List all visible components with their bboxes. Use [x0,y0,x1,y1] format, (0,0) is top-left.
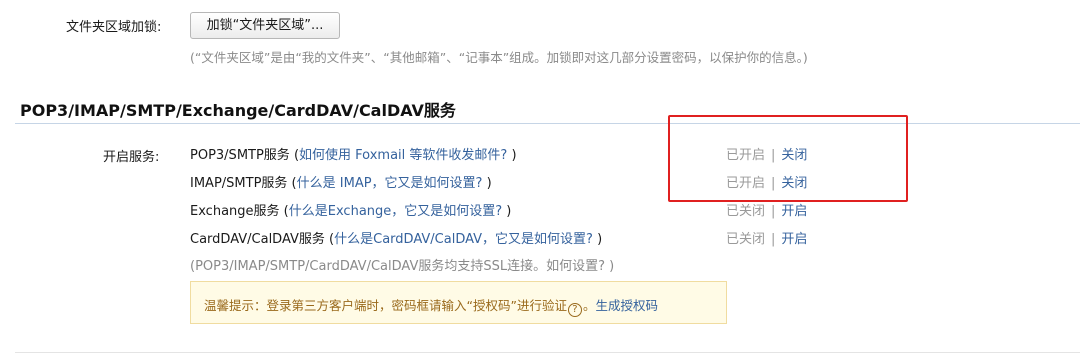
service-state: 已关闭 [726,232,766,247]
section-title: POP3/IMAP/SMTP/Exchange/CardDAV/CalDAV服务 [20,101,456,120]
ssl-note-text: (POP3/IMAP/SMTP/CardDAV/CalDAV服务均支持SSL连接… [190,259,547,274]
exchange-enable-link[interactable]: 开启 [781,204,807,219]
ssl-note: (POP3/IMAP/SMTP/CardDAV/CalDAV服务均支持SSL连接… [190,255,614,274]
paren-open: ( [287,176,297,191]
exchange-help-link[interactable]: 什么是Exchange，它又是如何设置? [289,204,502,219]
bottom-divider [15,352,1080,353]
tip-separator: 。 [582,298,596,313]
section-divider [15,123,1080,124]
service-name: Exchange服务 [190,204,280,219]
services-label: 开启服务: [103,150,160,165]
service-name: IMAP/SMTP服务 [190,176,288,191]
question-icon[interactable]: ? [567,303,582,317]
service-name: POP3/SMTP服务 [190,148,290,163]
paren-close: ) [482,176,492,191]
service-carddav-caldav: CardDAV/CalDAV服务 (什么是CardDAV/CalDAV，它又是如… [190,228,602,247]
paren-open: ( [289,148,300,163]
folder-lock-label: 文件夹区域加锁: [66,20,162,35]
ssl-note-close: ) [605,259,615,274]
ssl-help-link[interactable]: 如何设置? [546,259,605,274]
paren-close: ) [592,232,603,247]
service-name: CardDAV/CalDAV服务 [190,232,325,247]
imap-help-link[interactable]: 什么是 IMAP，它又是如何设置? [297,176,483,191]
carddav-status: 已关闭 | 开启 [726,228,807,247]
tip-content: 温馨提示：登录第三方客户端时，密码框请输入“授权码”进行验证? 。生成授权码 [204,295,658,317]
exchange-status: 已关闭 | 开启 [726,200,807,219]
highlight-box [668,115,908,202]
service-pop3-smtp: POP3/SMTP服务 (如何使用 Foxmail 等软件收发邮件? ) [190,144,517,163]
paren-close: ) [502,204,512,219]
service-exchange: Exchange服务 (什么是Exchange，它又是如何设置? ) [190,200,511,219]
service-imap-smtp: IMAP/SMTP服务 (什么是 IMAP，它又是如何设置? ) [190,172,492,191]
pop3-help-link[interactable]: 如何使用 Foxmail 等软件收发邮件? [299,148,507,163]
carddav-enable-link[interactable]: 开启 [781,232,807,247]
service-state: 已关闭 [726,204,766,219]
paren-open: ( [324,232,335,247]
lock-folder-area-button[interactable]: 加锁“文件夹区域”... [190,12,340,39]
status-separator: | [771,204,776,219]
folder-lock-note: (“文件夹区域”是由“我的文件夹”、“其他邮箱”、“记事本”组成。加锁即对这几部… [190,50,808,65]
tip-text: 温馨提示：登录第三方客户端时，密码框请输入“授权码”进行验证 [204,298,567,313]
generate-auth-code-link[interactable]: 生成授权码 [595,298,658,313]
paren-open: ( [279,204,289,219]
status-separator: | [771,232,776,247]
carddav-help-link[interactable]: 什么是CardDAV/CalDAV，它又是如何设置? [334,232,593,247]
paren-close: ) [507,148,517,163]
